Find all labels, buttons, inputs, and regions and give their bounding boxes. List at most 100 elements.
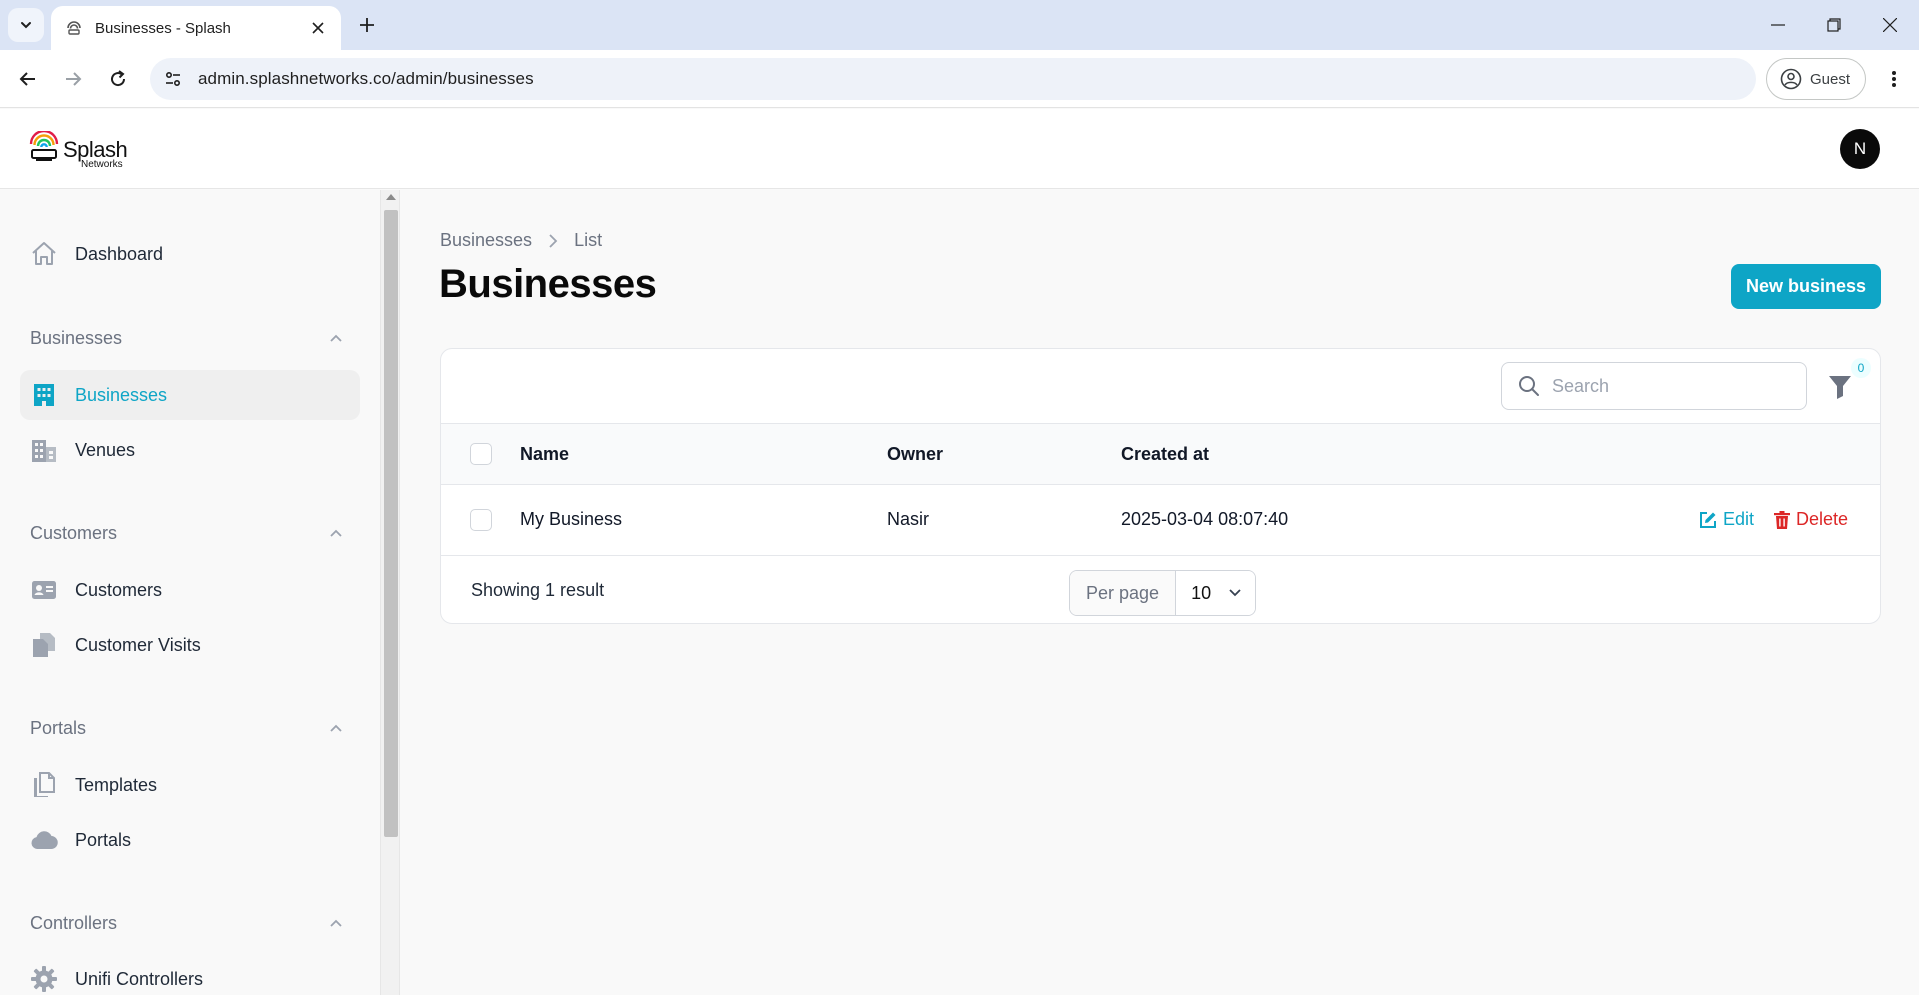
edit-button[interactable]: Edit <box>1699 509 1754 530</box>
chevron-up-icon[interactable] <box>326 914 346 934</box>
scroll-up-arrow-icon[interactable] <box>386 194 396 200</box>
tab-search-button[interactable] <box>8 8 44 42</box>
sidebar-item-venues[interactable]: Venues <box>20 425 360 475</box>
businesses-table: 0 Name Owner Created at My Business Nasi… <box>440 348 1881 624</box>
select-all-checkbox[interactable] <box>470 443 492 465</box>
sidebar-item-label: Templates <box>75 774 158 795</box>
per-page-value: 10 <box>1191 582 1212 603</box>
new-tab-plus-icon[interactable] <box>350 8 384 42</box>
search-input[interactable] <box>1552 375 1792 397</box>
sidebar-item-customers[interactable]: Customers <box>20 565 360 615</box>
table-row[interactable]: My Business Nasir 2025-03-04 08:07:40 Ed… <box>441 485 1880 556</box>
per-page-label: Per page <box>1070 571 1177 615</box>
profile-label: Guest <box>1810 70 1851 88</box>
profile-button[interactable]: Guest <box>1766 58 1866 100</box>
more-vertical-icon[interactable] <box>1876 61 1912 97</box>
table-header: Name Owner Created at <box>441 424 1880 485</box>
column-header-name[interactable]: Name <box>520 444 569 465</box>
row-checkbox[interactable] <box>470 509 492 531</box>
logo-wordmark: Splash Networks <box>63 137 128 171</box>
address-bar[interactable]: admin.splashnetworks.co/admin/businesses <box>150 58 1756 100</box>
home-icon <box>30 240 58 268</box>
user-avatar[interactable]: N <box>1840 129 1880 169</box>
tab-close-icon[interactable] <box>307 17 329 39</box>
reload-icon[interactable] <box>100 61 136 97</box>
sidebar-group-portals[interactable]: Portals <box>30 718 86 739</box>
scrollbar-thumb[interactable] <box>384 210 398 837</box>
edit-pencil-icon <box>1700 511 1716 528</box>
sidebar-item-businesses[interactable]: Businesses <box>20 370 360 420</box>
restore-icon[interactable] <box>1806 0 1862 50</box>
filter-icon[interactable] <box>1827 373 1853 401</box>
cell-owner: Nasir <box>887 509 930 529</box>
splash-networks-logo[interactable]: Splash Networks <box>29 131 128 171</box>
results-count: Showing 1 result <box>471 580 605 600</box>
chevron-down-icon <box>21 22 31 29</box>
new-business-button[interactable]: New business <box>1731 264 1881 309</box>
sidebar-item-label: Dashboard <box>75 243 164 264</box>
sidebar-item-customer-visits[interactable]: Customer Visits <box>20 620 360 670</box>
forward-arrow-icon[interactable] <box>55 61 91 97</box>
sidebar-item-dashboard[interactable]: Dashboard <box>20 229 360 279</box>
documents-icon <box>30 631 58 659</box>
trash-icon <box>1774 510 1790 529</box>
chevron-up-icon[interactable] <box>326 719 346 739</box>
cell-name: My Business <box>520 509 623 529</box>
minimize-icon[interactable] <box>1750 0 1806 50</box>
cell-created-at: 2025-03-04 08:07:40 <box>1121 509 1289 529</box>
browser-toolbar: admin.splashnetworks.co/admin/businesses… <box>0 50 1919 108</box>
table-toolbar: 0 <box>441 349 1880 424</box>
per-page-control[interactable]: Per page 10 <box>1069 570 1257 616</box>
app-header: Splash Networks N <box>0 109 1919 189</box>
edit-label: Edit <box>1723 509 1755 529</box>
page-title: Businesses <box>439 262 657 306</box>
delete-label: Delete <box>1796 509 1849 529</box>
url-text[interactable]: admin.splashnetworks.co/admin/businesses <box>198 69 534 89</box>
chevron-up-icon[interactable] <box>326 329 346 349</box>
sidebar-item-label: Businesses <box>75 384 168 405</box>
sidebar: Dashboard Businesses Businesses Venues C… <box>0 190 380 995</box>
browser-tab[interactable]: Businesses - Splash <box>51 6 341 50</box>
back-arrow-icon[interactable] <box>10 61 46 97</box>
id-card-icon <box>30 576 58 604</box>
gear-icon <box>30 965 58 993</box>
per-page-select[interactable]: 10 <box>1176 571 1256 615</box>
buildings-icon <box>30 436 58 464</box>
sidebar-item-label: Venues <box>75 439 136 460</box>
sidebar-item-label: Customer Visits <box>75 634 201 655</box>
delete-button[interactable]: Delete <box>1774 509 1848 530</box>
cloud-icon <box>30 826 58 854</box>
sidebar-group-controllers[interactable]: Controllers <box>30 913 117 934</box>
account-circle-icon <box>1780 68 1802 90</box>
sidebar-item-label: Unifi Controllers <box>75 968 204 989</box>
window-close-icon[interactable] <box>1862 0 1918 50</box>
column-header-owner[interactable]: Owner <box>887 444 943 465</box>
sidebar-item-unifi-controllers[interactable]: Unifi Controllers <box>20 954 360 995</box>
breadcrumb-businesses[interactable]: Businesses <box>440 230 532 251</box>
filter-count-badge: 0 <box>1851 358 1871 378</box>
search-icon <box>1519 376 1539 396</box>
chevron-down-icon <box>1229 589 1241 597</box>
breadcrumb-list: List <box>574 230 603 250</box>
splash-favicon-icon <box>65 19 83 37</box>
sidebar-item-portals[interactable]: Portals <box>20 815 360 865</box>
column-header-created-at[interactable]: Created at <box>1121 444 1209 465</box>
site-info-icon[interactable] <box>158 64 188 94</box>
sidebar-group-businesses[interactable]: Businesses <box>30 328 122 349</box>
files-icon <box>30 771 58 799</box>
browser-tab-strip: Businesses - Splash <box>0 0 1919 50</box>
sidebar-group-customers[interactable]: Customers <box>30 523 117 544</box>
wifi-logo-icon <box>29 131 59 161</box>
tab-title: Businesses - Splash <box>95 19 231 37</box>
sidebar-item-templates[interactable]: Templates <box>20 760 360 810</box>
sidebar-item-label: Customers <box>75 579 163 600</box>
breadcrumb: Businesses List <box>440 230 602 251</box>
table-footer: Showing 1 result Per page 10 <box>441 556 1880 623</box>
search-field[interactable] <box>1501 362 1807 410</box>
sidebar-scrollbar[interactable] <box>380 190 400 995</box>
sidebar-item-label: Portals <box>75 829 132 850</box>
main-content: Businesses List Businesses New business … <box>401 190 1919 995</box>
chevron-right-icon <box>548 233 558 248</box>
chevron-up-icon[interactable] <box>326 524 346 544</box>
building-icon <box>30 381 58 409</box>
